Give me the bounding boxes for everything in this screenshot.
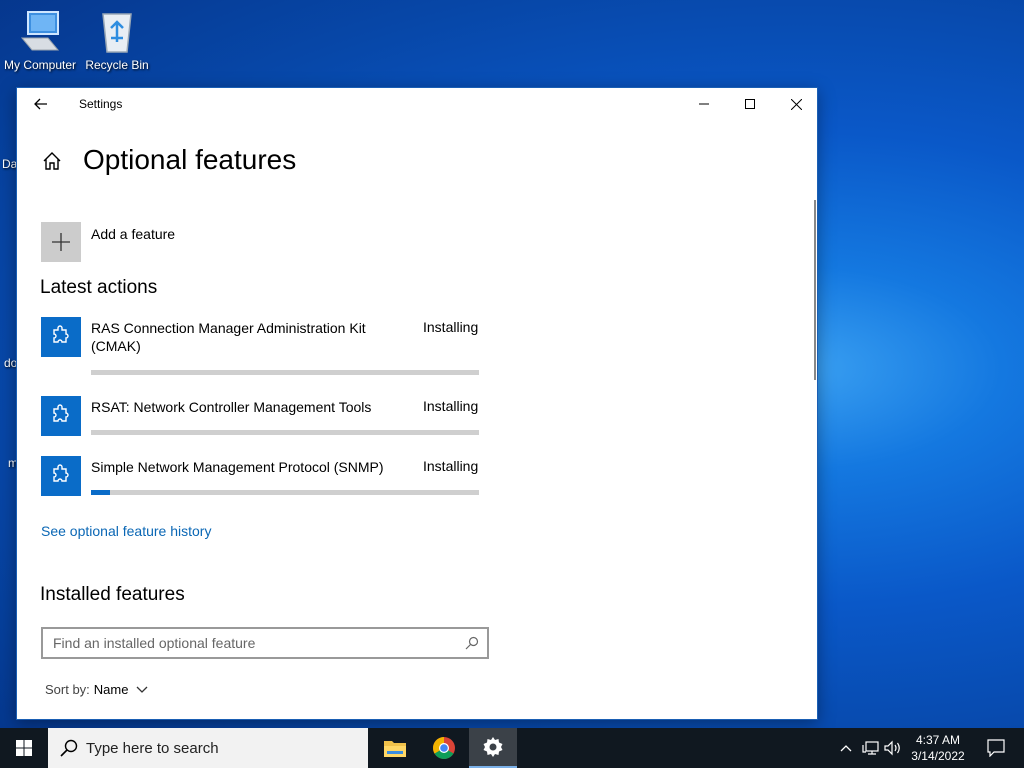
scrollbar[interactable] [814, 200, 816, 380]
close-icon [790, 98, 802, 110]
plus-icon [52, 233, 70, 251]
installed-features-heading: Installed features [40, 584, 185, 605]
feature-progress-bar [91, 490, 479, 495]
feature-progress-bar [91, 430, 479, 435]
feature-name: RAS Connection Manager Administration Ki… [91, 320, 366, 354]
add-box [41, 222, 81, 262]
file-explorer-icon [384, 741, 406, 757]
chrome-button[interactable] [420, 728, 468, 768]
chrome-icon [433, 737, 455, 759]
feature-name: Simple Network Management Protocol (SNMP… [91, 459, 384, 475]
settings-window: Settings Optional features Add a feature… [16, 87, 818, 720]
feature-progress-bar [91, 370, 479, 375]
feature-icon [41, 456, 81, 496]
sort-value: Name [93, 682, 129, 697]
maximize-button[interactable] [727, 88, 773, 120]
back-arrow-icon [34, 98, 47, 110]
desktop-icon-label: My Computer [3, 58, 77, 72]
home-icon[interactable] [41, 150, 63, 172]
search-input[interactable] [43, 629, 463, 657]
page-title: Optional features [83, 144, 297, 175]
add-feature-button[interactable]: Add a feature [41, 222, 341, 262]
puzzle-icon [53, 325, 69, 343]
volume-icon [884, 740, 900, 756]
title-bar[interactable]: Settings [17, 88, 817, 120]
window-title: Settings [79, 97, 123, 111]
latest-actions-heading: Latest actions [40, 277, 158, 298]
maximize-icon [745, 99, 755, 109]
sort-label: Sort by: [45, 682, 90, 697]
puzzle-icon [53, 404, 69, 422]
taskbar-search[interactable] [48, 728, 368, 768]
feature-name: RSAT: Network Controller Management Tool… [91, 399, 372, 415]
feature-status: Installing [423, 319, 479, 335]
taskbar-search-input[interactable] [86, 739, 346, 757]
feature-status: Installing [423, 398, 479, 414]
sort-dropdown[interactable]: Sort by: Name [45, 682, 148, 697]
add-feature-label: Add a feature [91, 226, 176, 242]
network-button[interactable] [860, 728, 882, 768]
feature-icon [41, 317, 81, 357]
feature-history-link[interactable]: See optional feature history [41, 523, 211, 539]
feature-item[interactable]: RAS Connection Manager Administration Ki… [41, 317, 481, 377]
chevron-up-icon [840, 745, 852, 752]
show-hidden-icons-button[interactable] [836, 728, 856, 768]
progress-fill [91, 490, 111, 495]
feature-item[interactable]: RSAT: Network Controller Management Tool… [41, 396, 481, 438]
clock-date: 3/14/2022 [911, 749, 965, 763]
volume-button[interactable] [882, 728, 904, 768]
settings-taskbar-button[interactable] [469, 728, 517, 768]
feature-icon [41, 396, 81, 436]
computer-icon [20, 11, 60, 51]
clock-time: 4:37 AM [915, 733, 961, 747]
feature-status: Installing [423, 458, 479, 474]
notification-center-button[interactable] [976, 728, 1016, 768]
desktop-icon-my-computer[interactable]: My Computer [0, 8, 80, 72]
file-explorer-button[interactable] [371, 728, 419, 768]
chevron-down-icon [137, 686, 148, 693]
installed-feature-search [41, 627, 489, 659]
windows-logo-icon [16, 740, 32, 756]
taskbar-clock[interactable]: 4:37 AM 3/14/2022 [902, 732, 974, 764]
puzzle-icon [53, 464, 69, 482]
minimize-button[interactable] [681, 88, 727, 120]
search-icon [60, 739, 78, 757]
minimize-icon [699, 103, 709, 105]
taskbar: 4:37 AM 3/14/2022 [0, 728, 1024, 768]
start-button[interactable] [0, 728, 48, 768]
desktop-icon-recycle-bin[interactable]: Recycle Bin [77, 8, 157, 72]
desktop-icon-label: Recycle Bin [85, 58, 149, 72]
close-button[interactable] [773, 88, 817, 120]
recycle-bin-icon [102, 13, 132, 53]
network-icon [862, 741, 879, 755]
search-icon[interactable] [465, 636, 479, 650]
notification-icon [987, 739, 1005, 757]
back-button[interactable] [27, 92, 55, 116]
settings-icon [483, 737, 503, 757]
feature-item[interactable]: Simple Network Management Protocol (SNMP… [41, 456, 481, 498]
